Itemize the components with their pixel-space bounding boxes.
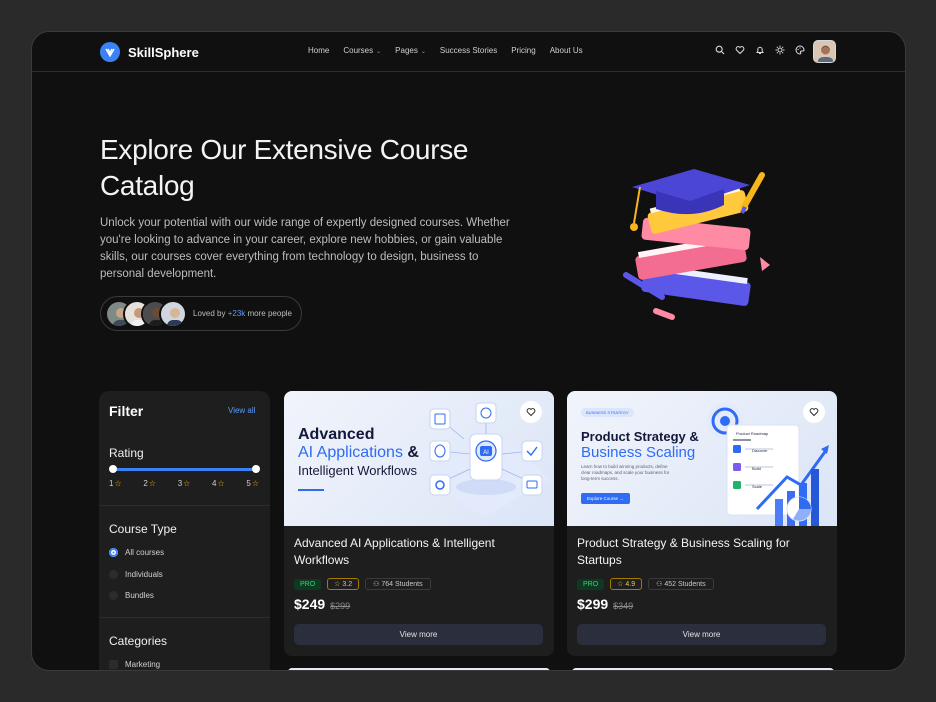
favorite-button[interactable] (520, 401, 542, 423)
heart-icon[interactable] (734, 44, 746, 56)
course-card-peek (288, 668, 550, 670)
rating-range-slider[interactable] (109, 465, 260, 473)
rating-ticks: 1☆ 2☆ 3☆ 4☆ 5☆ (109, 479, 259, 488)
categories-label: Categories (109, 634, 168, 648)
chevron-down-icon: ⌄ (420, 49, 426, 55)
slider-handle-max[interactable] (252, 465, 260, 473)
brand-logo[interactable]: SkillSphere (100, 42, 199, 62)
rating-tick: 2☆ (143, 479, 156, 488)
thumbnail-headline: Product Strategy & Business Scaling (581, 429, 699, 461)
pro-badge: PRO (294, 578, 322, 590)
students-badge: ⚇ 452 Students (648, 578, 714, 590)
page-title: Explore Our Extensive Course Catalog (100, 134, 469, 201)
rating-tick: 1☆ (109, 479, 122, 488)
thumbnail-cta: Explore Course → (581, 493, 630, 504)
radio-individuals[interactable]: Individuals (109, 570, 163, 579)
palette-icon[interactable] (794, 44, 806, 56)
radio-dot (109, 548, 118, 557)
main-menu: Home Courses ⌄ Pages ⌄ Success Stories Pri… (308, 46, 583, 55)
hero-description: Unlock your potential with our wide rang… (100, 217, 510, 280)
radio-all-courses[interactable]: All courses (109, 548, 164, 557)
radio-dot (109, 591, 118, 600)
sun-icon[interactable] (774, 44, 786, 56)
search-icon[interactable] (714, 44, 726, 56)
divider (99, 617, 270, 618)
slider-handle-min[interactable] (109, 465, 117, 473)
course-badges: PRO ☆ 4.9 ⚇ 452 Students (577, 578, 714, 590)
rating-tick: 5☆ (246, 479, 259, 488)
course-title[interactable]: Product Strategy & Business Scaling for … (577, 535, 817, 569)
nav-link-courses[interactable]: Courses ⌄ (343, 46, 381, 55)
roadmap-item: Build (752, 466, 761, 471)
chevron-down-icon: ⌄ (376, 49, 382, 55)
course-badges: PRO ☆ 3.2 ⚇ 764 Students (294, 578, 431, 590)
user-avatar[interactable] (813, 40, 836, 63)
nav-link-home[interactable]: Home (308, 46, 329, 55)
course-title[interactable]: Advanced AI Applications & Intelligent W… (294, 535, 534, 569)
nav-link-pages[interactable]: Pages ⌄ (395, 46, 426, 55)
checkbox-marketing[interactable]: Marketing (109, 660, 160, 669)
filter-title: Filter (109, 403, 144, 419)
avatar (159, 299, 187, 328)
star-icon: ☆ (183, 479, 191, 488)
roadmap-item: Scale (752, 484, 763, 489)
thumbnail-tag: BUSINESS STRATEGY (581, 408, 634, 417)
users-icon: ⚇ (656, 581, 663, 588)
star-icon: ☆ (617, 581, 624, 588)
divider (99, 505, 270, 506)
star-icon: ☆ (114, 479, 122, 488)
course-thumbnail: BUSINESS STRATEGY Product Strategy & Bus… (567, 391, 837, 526)
course-card[interactable]: BUSINESS STRATEGY Product Strategy & Bus… (567, 391, 837, 656)
heart-icon (809, 408, 819, 417)
thumbnail-subtitle: Learn how to build winning products, def… (581, 464, 670, 481)
course-card[interactable]: Advanced AI Applications & Intelligent W… (284, 391, 554, 656)
filter-sidebar: Filter View all Rating 1☆ 2☆ 3☆ 4☆ 5☆ Co… (99, 391, 270, 670)
view-more-button[interactable]: View more (577, 624, 826, 645)
users-icon: ⚇ (373, 581, 380, 588)
rating-label: Rating (109, 446, 144, 460)
old-price: $349 (613, 601, 634, 611)
roadmap-item: Discover (752, 448, 768, 453)
favorite-button[interactable] (803, 401, 825, 423)
heart-icon (526, 408, 536, 417)
roadmap-panel-title: Product Roadmap (736, 431, 769, 436)
rating-tick: 4☆ (212, 479, 225, 488)
logo-icon (100, 42, 120, 62)
price: $299 $349 (577, 596, 634, 612)
radio-dot (109, 570, 118, 579)
students-badge: ⚇ 764 Students (365, 578, 431, 590)
star-icon: ☆ (217, 479, 225, 488)
course-card-peek (572, 668, 834, 670)
course-type-label: Course Type (109, 522, 177, 536)
star-icon: ☆ (148, 479, 156, 488)
top-navbar: SkillSphere Home Courses ⌄ Pages ⌄ Success… (32, 32, 905, 72)
svg-text:AI: AI (483, 450, 489, 456)
app-window: SkillSphere Home Courses ⌄ Pages ⌄ Success… (31, 31, 906, 671)
nav-link-success-stories[interactable]: Success Stories (440, 46, 497, 55)
brand-name: SkillSphere (128, 44, 199, 60)
nav-link-about-us[interactable]: About Us (550, 46, 583, 55)
rating-tick: 3☆ (177, 479, 191, 488)
nav-link-pricing[interactable]: Pricing (511, 46, 535, 55)
view-more-button[interactable]: View more (294, 624, 543, 645)
bell-icon[interactable] (754, 44, 766, 56)
pro-badge: PRO (577, 578, 605, 590)
rating-badge: ☆ 3.2 (327, 578, 360, 590)
accent-bar (298, 489, 324, 491)
course-thumbnail: Advanced AI Applications & Intelligent W… (284, 391, 554, 526)
radio-bundles[interactable]: Bundles (109, 591, 154, 600)
old-price: $299 (330, 601, 351, 611)
avatar-stack (105, 299, 187, 328)
loved-by-text: Loved by +23k more people (193, 309, 292, 318)
star-icon: ☆ (251, 479, 259, 488)
rating-badge: ☆ 4.9 (610, 578, 643, 590)
star-icon: ☆ (334, 581, 341, 588)
social-proof-pill: Loved by +23k more people (100, 296, 302, 331)
thumbnail-headline: Advanced AI Applications & Intelligent W… (298, 426, 419, 478)
checkbox-box (109, 660, 118, 669)
books-graduation-illustration (623, 169, 770, 320)
view-all-link[interactable]: View all (228, 406, 255, 415)
nav-actions (714, 44, 806, 56)
price: $249 $299 (294, 596, 351, 612)
